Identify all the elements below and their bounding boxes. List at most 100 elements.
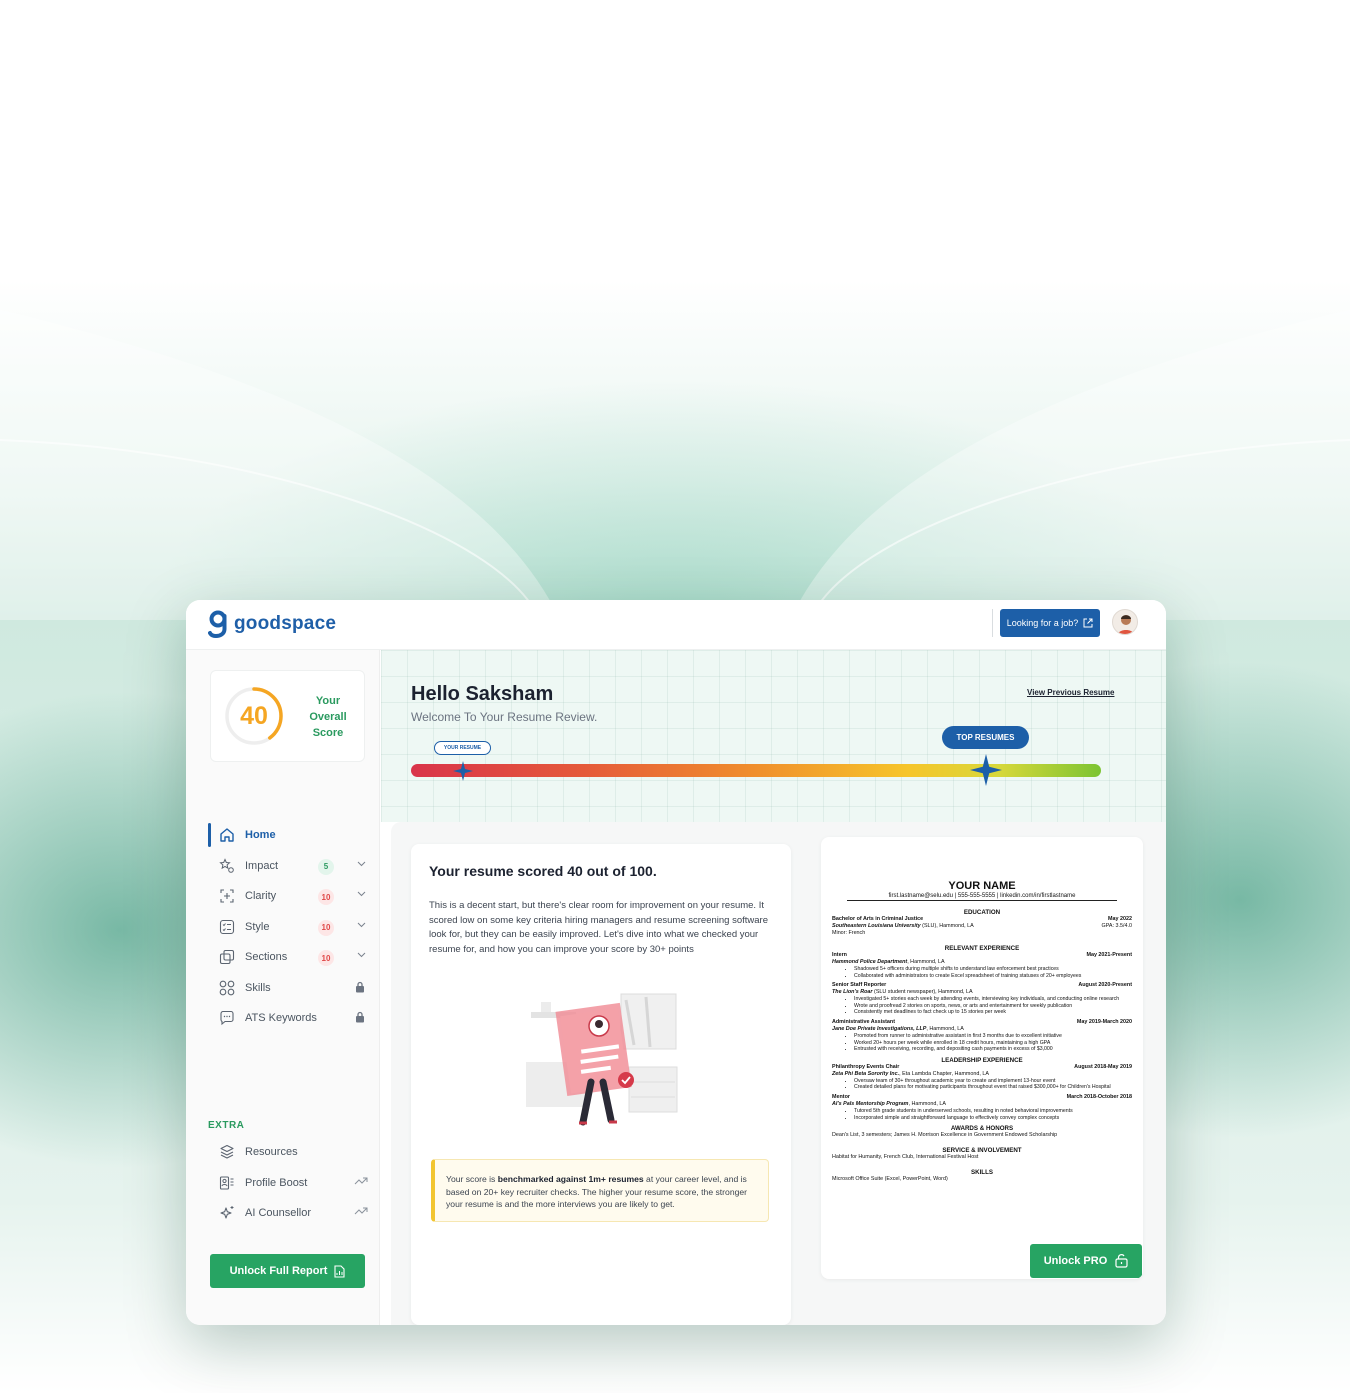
resume-bullets: Tutored 5th grade students in underserve… [832,1108,1132,1121]
chat-bubble-icon [218,1009,236,1027]
skills-grid-icon [218,979,236,997]
resume-bullet: Oversaw team of 30+ throughout academic … [854,1078,1132,1085]
score-label-line1: Your [315,695,341,707]
resume-bullet: Incorporated simple and straightforward … [854,1115,1132,1122]
chevron-down-icon[interactable] [357,952,366,958]
resume-org-name: Hammond Police Department [832,959,908,965]
your-resume-tag: YOUR RESUME [434,741,491,755]
resume-school-rest: (SLU), Hammond, LA [920,923,974,929]
resume-org-name: Al's Pals Mentorship Program [832,1100,909,1107]
resume-degree: Bachelor of Arts in Criminal Justice [832,916,924,922]
unlock-full-report-button[interactable]: Unlock Full Report [210,1254,365,1288]
sidebar-item-home[interactable]: Home [208,820,378,851]
user-avatar[interactable] [1112,609,1138,635]
resume-bullets: Shadowed 5+ officers during multiple shi… [832,966,1132,979]
benchmark-note-bold: benchmarked against 1m+ resumes [497,1174,644,1184]
score-summary-body: This is a decent start, but there's clea… [429,900,768,955]
profile-card-icon [218,1174,236,1192]
resume-row: Mentor March 2018-October 2018 [832,1094,1132,1101]
sidebar-item-clarity[interactable]: Clarity 10 [208,881,378,912]
report-document-icon [334,1264,345,1278]
top-bar: goodspace Looking for a job? [186,600,1166,650]
sidebar-item-profile-boost[interactable]: Profile Boost [208,1168,378,1199]
chevron-down-icon[interactable] [357,891,366,897]
resume-org: Al's Pals Mentorship Program, Hammond, L… [832,1101,1132,1108]
resume-name: YOUR NAME [948,880,1016,892]
sidebar-item-label: ATS Keywords [245,1012,317,1025]
resume-bullet: Investigated 5+ stories each week by att… [854,996,1132,1003]
clarity-count-badge: 10 [318,889,334,905]
sidebar-item-ai-counsellor[interactable]: AI Counsellor [208,1198,378,1229]
resume-bullets: Investigated 5+ stories each week by att… [832,996,1132,1016]
score-label-line3: Score [312,727,344,739]
unlock-pro-label: Unlock PRO [1043,1255,1108,1267]
resume-date: August 2018-May 2019 [1074,1063,1132,1070]
decorative-wave-right [790,309,1350,620]
resume-contact: first.lastname@selu.edu | 555-555-5555 |… [847,893,1117,901]
resume-row: Southeastern Louisiana University (SLU),… [832,923,1132,930]
extra-section-heading: EXTRA [208,1120,245,1131]
sidebar-item-resources[interactable]: Resources [208,1137,378,1168]
sidebar-item-impact[interactable]: Impact 5 [208,851,378,882]
trend-up-icon [354,1177,368,1184]
unlock-pro-button[interactable]: Unlock PRO [1030,1244,1142,1278]
sidebar-item-label: Skills [245,981,271,994]
style-count-badge: 10 [318,919,334,936]
score-summary-card: Your resume scored 40 out of 100. This i… [411,844,791,1325]
trend-up-icon [354,1207,368,1215]
resume-job-title: Intern [832,952,847,958]
sidebar-item-sections[interactable]: Sections 10 [208,942,378,973]
resume-review-illustration [526,993,678,1126]
clarity-focus-icon [218,887,236,905]
resume-org: Southeastern Louisiana University (SLU),… [832,923,974,930]
score-summary-title: Your resume scored 40 out of 100. [429,863,657,879]
resume-bullet: Tutored 5th grade students in underserve… [854,1108,1132,1115]
chevron-down-icon[interactable] [357,922,366,928]
resume-section-heading: AWARDS & HONORS [950,1125,1014,1133]
resume-org-rest: , Hammond, LA [926,1025,964,1032]
view-previous-resume-link[interactable]: View Previous Resume [1027,688,1114,697]
home-icon [218,826,236,844]
benchmark-note-pre: Your score is [446,1174,498,1184]
sidebar-item-label: Resources [245,1146,298,1159]
lock-icon [356,1011,364,1023]
impact-count-badge: 5 [318,858,334,875]
resume-date: May 2021-Present [1086,952,1132,958]
user-photo-icon [1117,615,1135,634]
resume-date: March 2018-October 2018 [1066,1093,1132,1100]
resume-bullet: Entrusted with receiving, recording, and… [854,1046,1132,1053]
sidebar-item-label: Clarity [245,890,277,903]
brand-name: goodspace [234,613,337,634]
resume-row: Senior Staff Reporter August 2020-Presen… [832,982,1132,989]
resume-date: May 2022 [1108,916,1132,922]
resume-date: August 2020-Present [1078,982,1132,989]
layers-icon [218,1143,236,1161]
resume-bullets: Oversaw team of 30+ throughout academic … [832,1078,1132,1091]
lock-icon [356,981,364,992]
brand-logo[interactable]: goodspace [208,610,336,638]
sidebar-item-label: Sections [245,951,288,964]
impact-stars-icon [218,857,236,875]
looking-for-job-button[interactable]: Looking for a job? [1000,609,1100,637]
chevron-down-icon[interactable] [357,861,366,867]
unlock-full-report-label: Unlock Full Report [229,1265,328,1277]
resume-section-heading: RELEVANT EXPERIENCE [944,945,1020,952]
welcome-hero: Hello Saksham Welcome To Your Resume Rev… [381,650,1166,822]
resume-job-title: Senior Staff Reporter [832,982,887,989]
resume-job-title: Administrative Assistant [832,1018,896,1025]
resume-section-heading: EDUCATION [963,909,1001,916]
sections-count-badge: 10 [318,950,334,966]
sidebar-item-ats-keywords[interactable]: ATS Keywords [208,1003,378,1034]
sidebar-item-label: Profile Boost [245,1176,308,1189]
sidebar-item-skills[interactable]: Skills [208,973,378,1004]
resume-bullet: Collaborated with administrators to crea… [854,973,1132,980]
sidebar: 40 Your Overall Score Home Impact 5 Clar… [186,650,380,1325]
sidebar-item-label: Impact [245,859,279,872]
resume-bullet: Promoted from runner to administrative a… [854,1033,1132,1040]
sidebar-item-style[interactable]: Style 10 [208,912,378,943]
resume-job-title: Mentor [832,1093,850,1100]
decorative-wave-left [0,309,560,620]
resume-section-heading: SERVICE & INVOLVEMENT [942,1147,1022,1155]
resume-job-title: Philanthropy Events Chair [832,1063,900,1070]
sidebar-item-label: Style [245,920,270,933]
